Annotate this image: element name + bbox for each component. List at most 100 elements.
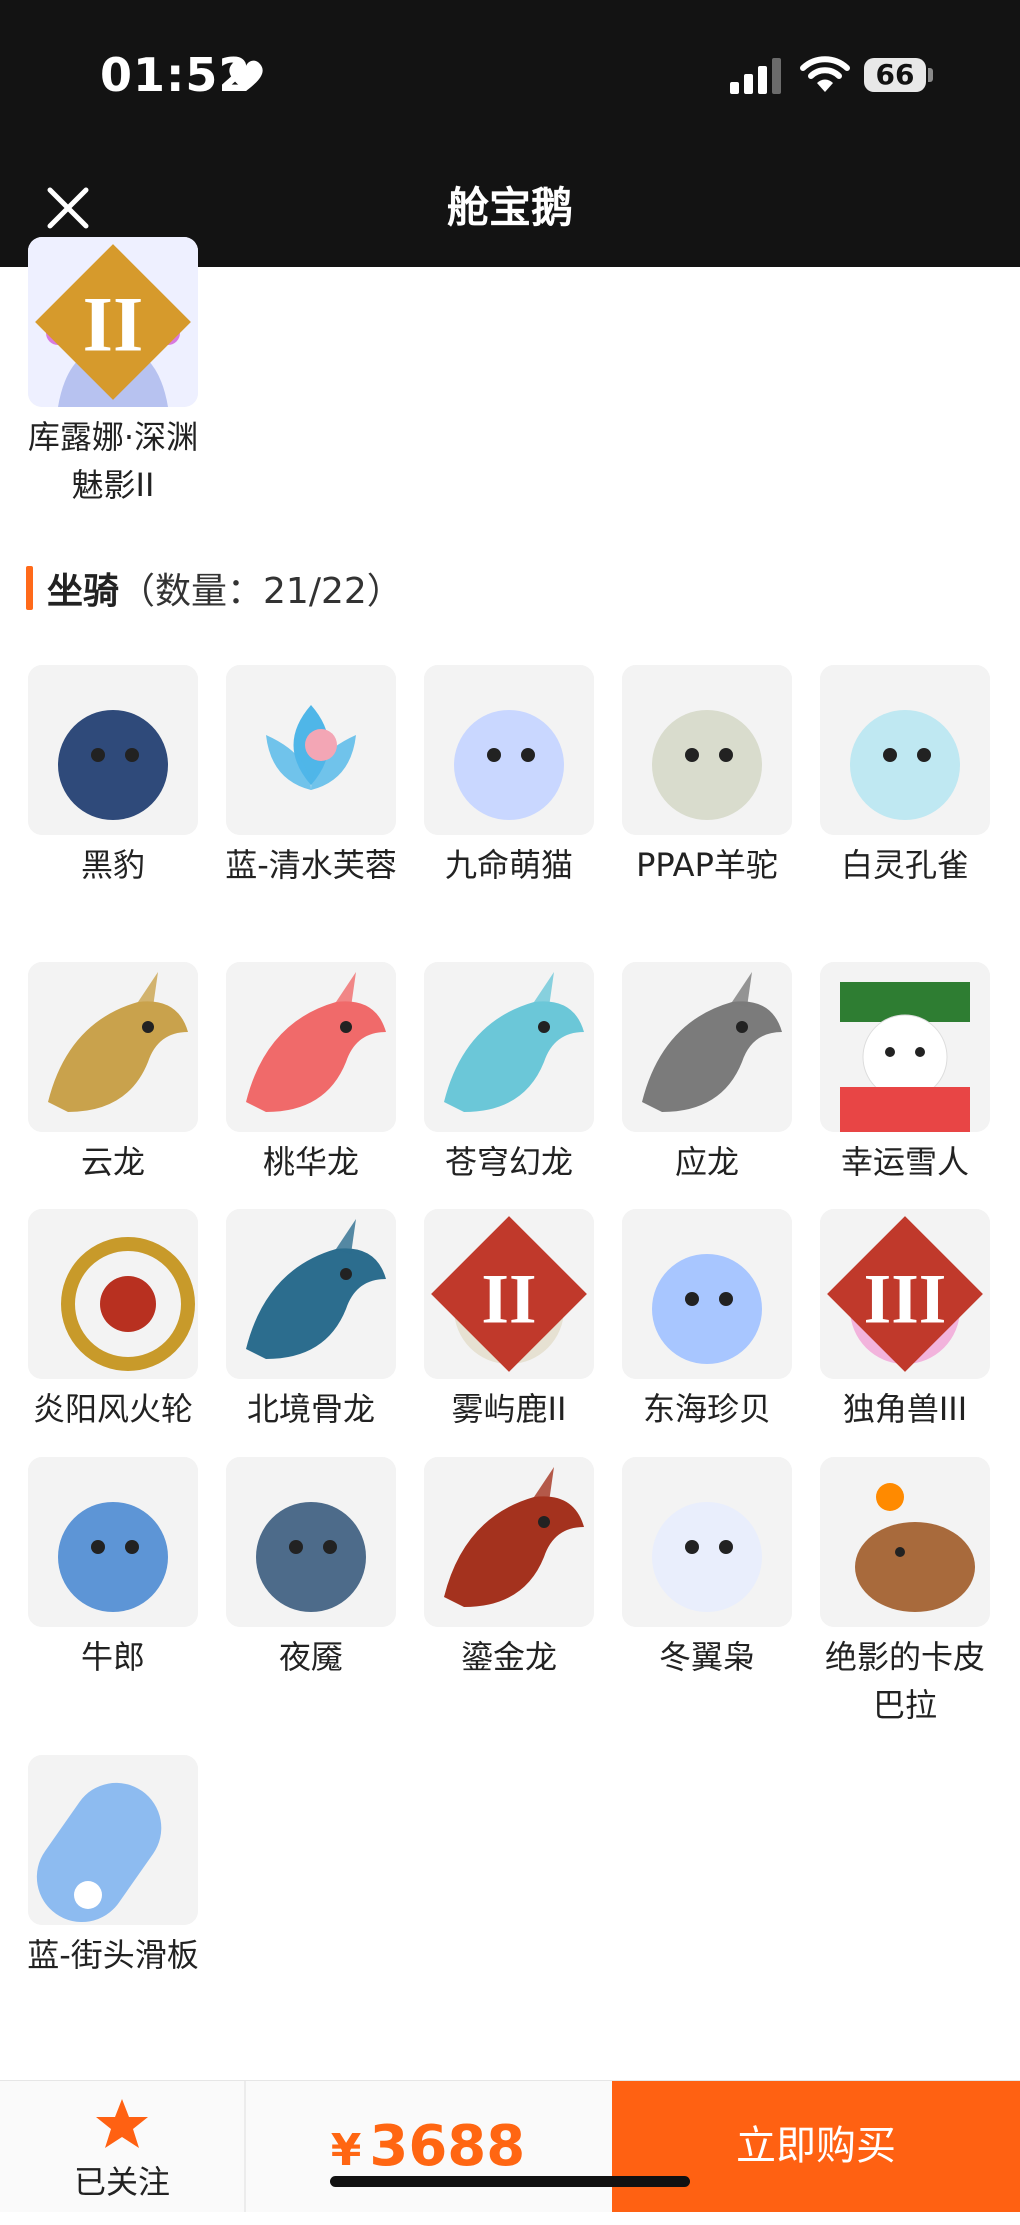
mount-label: 雾屿鹿II — [451, 1390, 567, 1428]
mount-item[interactable]: 绝影的卡皮巴拉 — [806, 1457, 1004, 1729]
mount-label: 桃华龙 — [262, 1143, 359, 1181]
mount-thumbnail — [28, 962, 198, 1132]
page-title: 舱宝鹅 — [446, 183, 573, 232]
item-label: 库露娜·深渊魅影II — [27, 418, 199, 504]
rank-badge-icon: II — [35, 244, 191, 400]
mount-label: 苍穹幻龙 — [444, 1143, 573, 1181]
mount-label: 幸运雪人 — [840, 1143, 969, 1181]
rank-badge-icon: II — [431, 1216, 587, 1372]
rank-badge-icon: III — [827, 1216, 983, 1372]
mount-item[interactable]: III 独角兽III — [806, 1209, 1004, 1433]
mount-item[interactable]: 应龙 — [608, 962, 806, 1186]
mount-label: 云龙 — [80, 1143, 145, 1181]
mount-label: 夜魇 — [278, 1638, 343, 1676]
mount-label: 牛郎 — [80, 1638, 145, 1676]
mount-item[interactable]: 北境骨龙 — [212, 1209, 410, 1433]
owl-icon — [622, 1457, 792, 1627]
dragon-icon — [622, 962, 792, 1132]
mount-thumbnail — [226, 665, 396, 835]
item-card[interactable]: II 库露娜·深渊魅影II — [14, 237, 212, 509]
currency-symbol: ¥ — [330, 2125, 362, 2176]
bottom-bar: 已关注 ¥3688 立即购买 — [0, 2080, 1020, 2212]
mount-item[interactable]: 白灵孔雀 — [806, 665, 1004, 889]
mount-thumbnail — [28, 1755, 198, 1925]
mount-thumbnail — [820, 962, 990, 1132]
mount-thumbnail — [28, 1457, 198, 1627]
mount-item[interactable]: 九命萌猫 — [410, 665, 608, 889]
cat-icon — [424, 665, 594, 835]
dragon-icon — [28, 962, 198, 1132]
peacock-icon — [820, 665, 990, 835]
mount-item[interactable]: 云龙 — [14, 962, 212, 1186]
mount-thumbnail — [622, 962, 792, 1132]
mount-thumbnail — [820, 665, 990, 835]
follow-label: 已关注 — [73, 2163, 170, 2201]
mount-label: 应龙 — [674, 1143, 739, 1181]
mount-thumbnail — [622, 1209, 792, 1379]
mount-item[interactable]: 苍穹幻龙 — [410, 962, 608, 1186]
mount-item[interactable]: II 雾屿鹿II — [410, 1209, 608, 1433]
wheel-icon — [28, 1209, 198, 1379]
wifi-icon — [800, 56, 850, 92]
mount-item[interactable]: PPAP羊驼 — [608, 665, 806, 889]
price-value: 3688 — [369, 2114, 526, 2179]
dragon-icon — [226, 1209, 396, 1379]
battery-nub — [928, 68, 933, 82]
mount-item[interactable]: 桃华龙 — [212, 962, 410, 1186]
mount-thumbnail — [622, 665, 792, 835]
item-thumbnail: II — [28, 237, 198, 407]
mount-item[interactable]: 蓝-清水芙蓉 — [212, 665, 410, 889]
mount-item[interactable]: 幸运雪人 — [806, 962, 1004, 1186]
battery-indicator: 66 — [864, 58, 926, 92]
mount-label: 独角兽III — [842, 1390, 968, 1428]
mount-item[interactable]: 东海珍贝 — [608, 1209, 806, 1433]
section-title: 坐骑 — [47, 571, 120, 612]
ox-icon — [28, 1457, 198, 1627]
section-accent-bar — [26, 566, 33, 610]
shell-icon — [622, 1209, 792, 1379]
mount-thumbnail — [424, 665, 594, 835]
mount-item[interactable]: 牛郎 — [14, 1457, 212, 1681]
mount-label: 北境骨龙 — [246, 1390, 375, 1428]
mount-item[interactable]: 黑豹 — [14, 665, 212, 889]
mount-thumbnail — [28, 665, 198, 835]
board-icon — [28, 1755, 198, 1925]
follow-button[interactable]: 已关注 — [0, 2081, 246, 2212]
panther-icon — [28, 665, 198, 835]
mount-item[interactable]: 鎏金龙 — [410, 1457, 608, 1681]
home-indicator — [330, 2176, 690, 2187]
mount-item[interactable]: 夜魇 — [212, 1457, 410, 1681]
mount-label: 白灵孔雀 — [840, 846, 969, 884]
svg-text:II: II — [83, 281, 144, 367]
section-header: 坐骑 （数量：21/22） — [26, 563, 403, 613]
lotus-icon — [226, 665, 396, 835]
snowman-icon — [820, 962, 990, 1132]
mount-thumbnail — [226, 962, 396, 1132]
mount-label: 炎阳风火轮 — [32, 1390, 193, 1428]
dragon-icon — [424, 962, 594, 1132]
status-bar: 01:52 66 — [0, 0, 1020, 150]
capybara-icon — [820, 1457, 990, 1627]
mount-item[interactable]: 炎阳风火轮 — [14, 1209, 212, 1433]
price-display: ¥3688 — [244, 2081, 612, 2212]
mount-thumbnail — [28, 1209, 198, 1379]
mount-thumbnail: III — [820, 1209, 990, 1379]
dragon-icon — [226, 962, 396, 1132]
mount-thumbnail — [226, 1209, 396, 1379]
horse-icon — [226, 1457, 396, 1627]
heart-icon — [229, 60, 263, 91]
mount-thumbnail — [424, 962, 594, 1132]
svg-text:II: II — [481, 1260, 536, 1338]
mount-thumbnail: II — [424, 1209, 594, 1379]
mount-item[interactable]: 冬翼枭 — [608, 1457, 806, 1681]
mount-thumbnail — [226, 1457, 396, 1627]
mount-thumbnail — [424, 1457, 594, 1627]
svg-text:III: III — [864, 1260, 947, 1338]
mount-label: 蓝-清水芙蓉 — [225, 846, 397, 884]
section-count: （数量：21/22） — [119, 571, 403, 612]
mount-label: 绝影的卡皮巴拉 — [824, 1638, 985, 1724]
mount-label: 黑豹 — [80, 846, 145, 884]
mount-item[interactable]: 蓝-街头滑板 — [14, 1755, 212, 1979]
mount-label: 鎏金龙 — [460, 1638, 557, 1676]
buy-now-button[interactable]: 立即购买 — [612, 2081, 1020, 2212]
